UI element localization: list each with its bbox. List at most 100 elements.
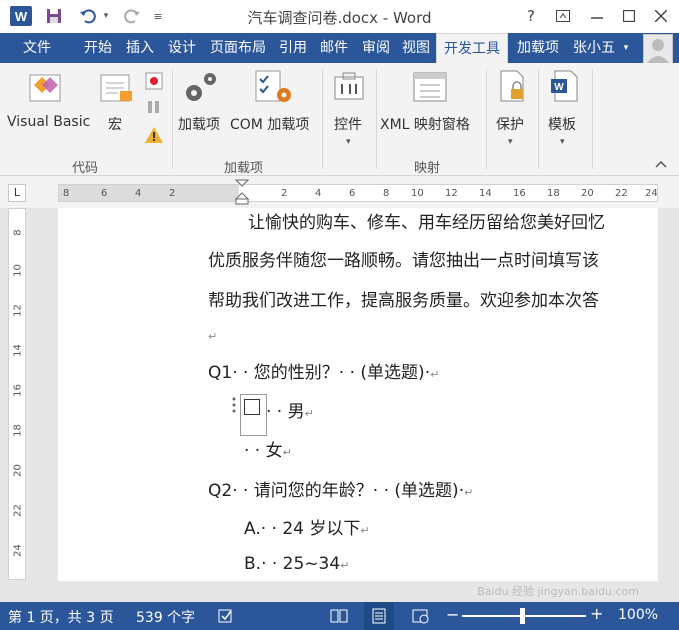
proofing-icon[interactable] <box>218 608 234 628</box>
status-bar: 第 1 页，共 3 页 539 个字 − + 100% <box>0 602 679 630</box>
group-separator <box>592 69 593 169</box>
protect-button[interactable]: 保护 ▾ <box>490 69 534 151</box>
question-text: Q2· · 请问您的年龄？· · (单选题)· <box>208 481 465 501</box>
avatar[interactable] <box>643 34 673 64</box>
template-dropdown-icon: ▾ <box>560 137 565 147</box>
tab-developer[interactable]: 开发工具 <box>436 33 508 63</box>
ruler-tick: 12 <box>12 304 24 317</box>
paragraph-line: 优质服务伴随您一路顺畅。请您抽出一点时间填写该 <box>208 251 599 271</box>
group-separator <box>486 69 487 169</box>
zoom-level[interactable]: 100% <box>618 607 658 623</box>
addins-button[interactable]: 加载项 <box>176 69 228 133</box>
close-icon[interactable] <box>648 4 674 28</box>
group-label-code: 代码 <box>72 161 99 176</box>
macros-label: 宏 <box>108 117 122 133</box>
collapse-ribbon-icon[interactable] <box>654 157 668 171</box>
com-addins-label: COM 加载项 <box>230 117 310 133</box>
template-label: 模板 <box>548 117 576 133</box>
undo-dropdown-icon[interactable]: ▾ <box>100 6 112 26</box>
ruler-tick: 12 <box>445 188 458 199</box>
paragraph-mark: ↵ <box>304 407 314 420</box>
ruler-tick: 2 <box>281 188 288 199</box>
ruler-tick: 6 <box>349 188 356 199</box>
vertical-ruler[interactable]: 8 10 12 14 16 18 20 22 24 <box>8 208 26 580</box>
tab-file[interactable]: 文件 <box>0 33 74 63</box>
help-button[interactable]: ? <box>518 4 544 28</box>
tab-design[interactable]: 设计 <box>162 33 202 63</box>
indent-marker-icon[interactable] <box>235 179 249 205</box>
account-name[interactable]: 张小五 <box>568 33 620 63</box>
word-count[interactable]: 539 个字 <box>136 607 195 627</box>
com-addins-button[interactable]: COM 加载项 <box>230 69 320 133</box>
ruler-tick: 10 <box>12 264 24 277</box>
controls-dropdown-icon: ▾ <box>346 137 351 147</box>
ruler-tick: 8 <box>63 188 70 199</box>
undo-icon[interactable] <box>76 6 100 26</box>
tab-layout[interactable]: 页面布局 <box>204 33 272 63</box>
addins-label: 加载项 <box>178 117 220 133</box>
option-b: B.· · 25~34↵ <box>244 554 349 574</box>
document-page[interactable]: 让愉快的购车、修车、用车经历留给您美好回忆 优质服务伴随您一路顺畅。请您抽出一点… <box>58 208 658 581</box>
gender-male-checkbox[interactable] <box>244 399 260 415</box>
ribbon-display-options-icon[interactable] <box>550 4 576 28</box>
paragraph-mark: ↵ <box>360 524 370 537</box>
template-button[interactable]: W 模板 ▾ <box>540 69 588 151</box>
group-label-addins: 加载项 <box>224 161 264 176</box>
ruler-tick: 20 <box>581 188 594 199</box>
paragraph-mark: ↵ <box>430 368 440 381</box>
option-male: · · 男↵ <box>266 397 314 422</box>
controls-button[interactable]: 控件 ▾ <box>326 69 372 151</box>
pause-recording-icon[interactable] <box>144 97 164 117</box>
group-separator <box>322 69 323 169</box>
tab-references[interactable]: 引用 <box>274 33 312 63</box>
save-icon[interactable] <box>42 6 66 26</box>
visual-basic-icon <box>29 74 61 102</box>
ruler-tick: 22 <box>615 188 628 199</box>
group-label-mapping: 映射 <box>414 161 441 176</box>
customize-qat-icon[interactable]: ≡ <box>150 6 166 26</box>
ruler-tick: 6 <box>101 188 108 199</box>
tab-selector[interactable]: L <box>8 184 26 202</box>
checkbox-control-handle[interactable] <box>228 395 240 415</box>
minimize-icon[interactable] <box>584 4 610 28</box>
tab-insert[interactable]: 插入 <box>120 33 160 63</box>
paragraph-mark: ↵ <box>208 330 218 343</box>
xml-mapping-pane-button[interactable]: XML 映射窗格 <box>378 69 482 133</box>
ruler-tick: 16 <box>513 188 526 199</box>
web-layout-icon[interactable] <box>412 608 430 628</box>
visual-basic-button[interactable]: Visual Basic <box>4 69 92 133</box>
protect-label: 保护 <box>496 117 524 133</box>
ruler-tick: 4 <box>315 188 322 199</box>
ribbon-tab-row: 文件 开始 插入 设计 页面布局 引用 邮件 审阅 视图 开发工具 加载项 张小… <box>0 33 679 64</box>
ribbon: Visual Basic 宏 代码 加载项 COM 加载项 加载项 控件 ▾ X… <box>0 63 679 176</box>
protect-dropdown-icon: ▾ <box>508 137 513 147</box>
ruler-tick: 8 <box>383 188 390 199</box>
ruler-tick: 14 <box>479 188 492 199</box>
maximize-icon[interactable] <box>616 4 642 28</box>
ruler-tick: 14 <box>12 344 24 357</box>
horizontal-ruler[interactable]: 8 6 4 2 2 4 6 8 10 12 14 16 18 20 22 24 <box>58 179 658 205</box>
macros-button[interactable]: 宏 <box>96 69 138 133</box>
redo-icon[interactable] <box>120 6 144 26</box>
zoom-out-icon[interactable]: − <box>446 605 459 624</box>
print-layout-icon[interactable] <box>364 602 394 630</box>
macro-security-icon[interactable] <box>144 125 164 145</box>
tab-view[interactable]: 视图 <box>398 33 434 63</box>
tab-home[interactable]: 开始 <box>78 33 118 63</box>
paragraph-mark: ↵ <box>282 446 292 459</box>
paragraph-line: 让愉快的购车、修车、用车经历留给您美好回忆 <box>248 213 605 233</box>
ruler-tick: 18 <box>12 424 24 437</box>
ruler-tick: 24 <box>12 544 24 557</box>
question-text: Q1· · 您的性别？· · (单选题)· <box>208 363 431 383</box>
tab-addins[interactable]: 加载项 <box>510 33 566 63</box>
record-macro-icon[interactable] <box>144 71 164 91</box>
zoom-in-icon[interactable]: + <box>590 604 603 623</box>
zoom-slider-thumb[interactable] <box>520 608 525 624</box>
tab-mailings[interactable]: 邮件 <box>314 33 354 63</box>
paragraph-mark: ↵ <box>340 559 350 572</box>
page-count[interactable]: 第 1 页，共 3 页 <box>8 607 114 627</box>
account-dropdown-icon[interactable]: ▾ <box>620 33 632 63</box>
read-mode-icon[interactable] <box>330 608 348 628</box>
ruler-tick: 24 <box>645 188 658 199</box>
tab-review[interactable]: 审阅 <box>356 33 396 63</box>
